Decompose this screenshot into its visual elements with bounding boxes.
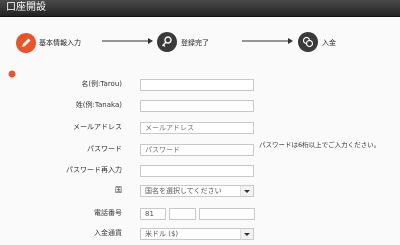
phone-part-2-input[interactable] [169,208,196,220]
required-mark-icon [8,70,16,78]
password-confirm-input[interactable] [140,165,254,177]
email-input[interactable] [140,122,254,134]
chevron-down-icon [240,229,253,239]
step-1-pencil-icon [16,33,36,53]
password-confirm-label: パスワード再入力 [66,166,122,174]
chevron-down-icon [240,186,253,196]
country-selected-value: 国名を選択してください [145,187,222,195]
country-label: 国 [115,186,122,194]
first-name-label: 姓(例:Tanaka) [75,101,122,109]
step-arrow-1 [102,38,153,44]
step-2-key-icon [157,32,177,52]
password-label: パスワード [87,145,122,153]
phone-country-code-value: 81 [145,210,154,218]
password-hint: パスワードは6桁以上でご入力ください。 [259,141,381,149]
phone-label: 電話番号 [94,209,122,217]
title-bar: 口座開設 [0,0,400,17]
currency-select[interactable]: 米ドル ($) [140,228,254,240]
step-arrow-2 [242,38,293,44]
last-name-input[interactable] [140,79,254,91]
last-name-label: 名(例:Tarou) [81,80,122,88]
step-3-coins-icon [298,32,318,52]
phone-country-code-input[interactable]: 81 [140,208,166,220]
phone-part-3-input[interactable] [199,208,255,220]
step-1-label: 基本情報入力 [39,39,81,47]
currency-label: 入金通貨 [94,229,122,237]
step-3-label: 入金 [322,39,336,47]
password-input[interactable] [140,144,254,156]
email-label: メールアドレス [73,123,122,131]
step-2-label: 登録完了 [181,39,209,47]
first-name-input[interactable] [140,100,254,112]
window-title: 口座開設 [6,2,46,13]
currency-selected-value: 米ドル ($) [145,230,179,238]
country-select[interactable]: 国名を選択してください [140,185,254,197]
